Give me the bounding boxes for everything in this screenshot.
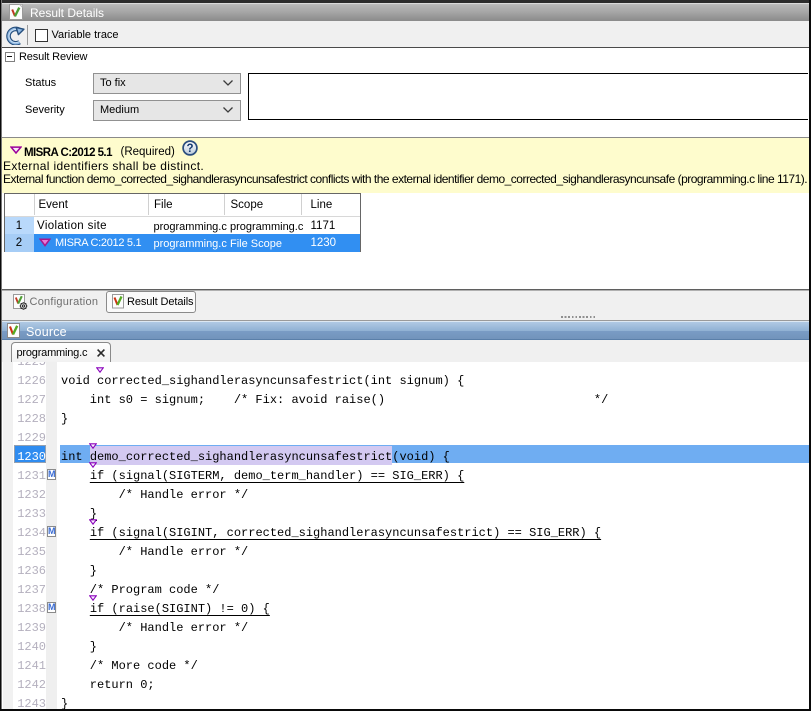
svg-text:?: ?: [186, 143, 193, 155]
